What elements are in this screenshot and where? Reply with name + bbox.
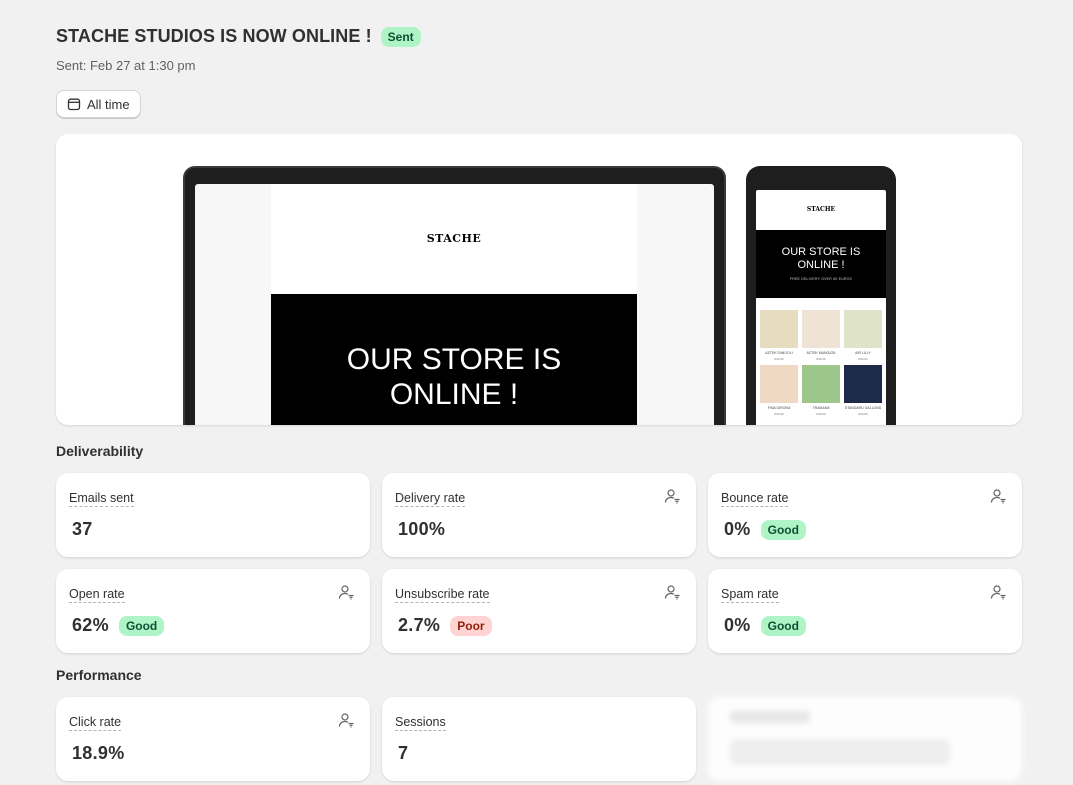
rating-badge: Good <box>760 519 806 540</box>
product-name: FINA GIRONA <box>767 406 791 410</box>
product-image <box>844 365 882 403</box>
product-price: €30.00 <box>816 357 826 361</box>
product-price: €30.00 <box>774 412 784 416</box>
date-range-button[interactable]: All time <box>56 90 141 118</box>
email-hero-banner: OUR STORE IS ONLINE ! <box>271 294 637 425</box>
loading-metric-card <box>708 697 1022 781</box>
rating-badge: Good <box>760 615 806 636</box>
metric-card-open-rate: Open rate 62% Good <box>56 569 370 653</box>
metric-value-row: 100% <box>398 519 445 540</box>
metric-card-sessions: Sessions 7 <box>382 697 696 781</box>
desktop-screen: STACHE OUR STORE IS ONLINE ! <box>195 184 714 425</box>
metric-label[interactable]: Unsubscribe rate <box>395 587 490 603</box>
metric-card-delivery-rate: Delivery rate 100% <box>382 473 696 557</box>
product-image <box>844 310 882 348</box>
metric-value: 0% <box>724 615 751 635</box>
product-tile: AIR LILLY €30.00 <box>844 310 882 361</box>
mobile-brand-logo: STACHE <box>806 206 836 213</box>
customer-segment-icon[interactable] <box>990 584 1007 601</box>
metric-label[interactable]: Delivery rate <box>395 491 466 507</box>
rating-badge: Poor <box>450 615 492 636</box>
desktop-preview: STACHE OUR STORE IS ONLINE ! <box>183 166 726 425</box>
metric-card-bounce-rate: Bounce rate 0% Good <box>708 473 1022 557</box>
product-image <box>760 365 798 403</box>
product-price: €30.00 <box>858 357 868 361</box>
customer-segment-icon[interactable] <box>664 584 681 601</box>
product-tile: AZTEK MANGATA €30.00 <box>802 310 840 361</box>
mobile-hero-line-1: OUR STORE IS <box>781 246 861 258</box>
mobile-preview: STACHE OUR STORE IS ONLINE ! FREE DELIVE… <box>746 166 896 425</box>
customer-segment-icon[interactable] <box>338 584 355 601</box>
metric-value-row: 62% Good <box>72 615 165 636</box>
metric-value: 0% <box>724 519 751 539</box>
mobile-hero-line-2: ONLINE ! <box>797 259 845 271</box>
metric-label[interactable]: Open rate <box>69 587 125 603</box>
product-image <box>760 310 798 348</box>
metric-label[interactable]: Bounce rate <box>721 491 789 507</box>
mobile-screen: STACHE OUR STORE IS ONLINE ! FREE DELIVE… <box>756 190 886 425</box>
page-title: STACHE STUDIOS IS NOW ONLINE ! <box>56 26 372 46</box>
product-image <box>802 365 840 403</box>
metric-label[interactable]: Emails sent <box>69 491 134 507</box>
metric-value: 18.9% <box>72 743 125 763</box>
campaign-header: STACHE STUDIOS IS NOW ONLINE ! Sent Sent… <box>56 26 421 73</box>
product-name: AZTEK MANGATA <box>806 351 836 355</box>
metric-card-unsubscribe-rate: Unsubscribe rate 2.7% Poor <box>382 569 696 653</box>
date-range-label: All time <box>87 96 130 112</box>
desktop-email-body: STACHE OUR STORE IS ONLINE ! <box>271 184 637 425</box>
metric-card-emails-sent: Emails sent 37 <box>56 473 370 557</box>
metric-label[interactable]: Click rate <box>69 715 122 731</box>
product-name: AIR LILLY <box>855 351 871 355</box>
metric-value-row: 2.7% Poor <box>398 615 492 636</box>
performance-heading: Performance <box>56 667 142 683</box>
metric-card-spam-rate: Spam rate 0% Good <box>708 569 1022 653</box>
hero-line-2: ONLINE ! <box>389 378 519 411</box>
product-name: STANDARD GALLONS <box>844 406 882 410</box>
metric-value-row: 0% Good <box>724 615 806 636</box>
customer-segment-icon[interactable] <box>664 488 681 505</box>
product-name: TRAMJAM <box>812 406 830 410</box>
product-price: €30.00 <box>774 357 784 361</box>
status-badge: Sent <box>380 26 421 47</box>
calendar-icon <box>67 98 81 111</box>
loading-placeholder <box>730 711 810 723</box>
metric-value: 62% <box>72 615 109 635</box>
hero-line-1: OUR STORE IS <box>346 343 562 376</box>
product-tile: FINA GIRONA €30.00 <box>760 365 798 416</box>
product-tile: STANDARD GALLONS €30.00 <box>844 365 882 416</box>
product-price: €30.00 <box>816 412 826 416</box>
deliverability-heading: Deliverability <box>56 443 144 459</box>
metric-value: 100% <box>398 519 446 539</box>
title-row: STACHE STUDIOS IS NOW ONLINE ! Sent <box>56 26 421 47</box>
metric-label[interactable]: Sessions <box>395 715 446 731</box>
metric-value: 2.7% <box>398 615 441 635</box>
metric-label[interactable]: Spam rate <box>721 587 779 603</box>
loading-placeholder <box>730 739 950 765</box>
product-tile: AZTEK FANGOLI €30.00 <box>760 310 798 361</box>
rating-badge: Good <box>118 615 165 636</box>
metric-value-row: 0% Good <box>724 519 806 540</box>
metric-value: 7 <box>398 743 409 763</box>
mobile-product-grid: AZTEK FANGOLI €30.00 AZTEK MANGATA €30.0… <box>760 310 882 416</box>
metric-value-row: 37 <box>72 519 93 540</box>
email-preview: STACHE OUR STORE IS ONLINE ! STACHE OUR … <box>56 134 1022 425</box>
customer-segment-icon[interactable] <box>990 488 1007 505</box>
metric-value-row: 18.9% <box>72 743 125 764</box>
product-name: AZTEK FANGOLI <box>765 351 793 355</box>
product-price: €30.00 <box>858 412 868 416</box>
metric-value: 37 <box>72 519 93 539</box>
product-tile: TRAMJAM €30.00 <box>802 365 840 416</box>
customer-segment-icon[interactable] <box>338 712 355 729</box>
metric-card-click-rate: Click rate 18.9% <box>56 697 370 781</box>
product-image <box>802 310 840 348</box>
sent-timestamp: Sent: Feb 27 at 1:30 pm <box>56 58 196 73</box>
mobile-hero-subtext: FREE DELIVERY OVER 60 EUROS <box>789 277 853 281</box>
email-brand-logo: STACHE <box>426 232 482 245</box>
metric-value-row: 7 <box>398 743 408 764</box>
mobile-hero-banner: OUR STORE IS ONLINE ! FREE DELIVERY OVER… <box>756 230 886 298</box>
